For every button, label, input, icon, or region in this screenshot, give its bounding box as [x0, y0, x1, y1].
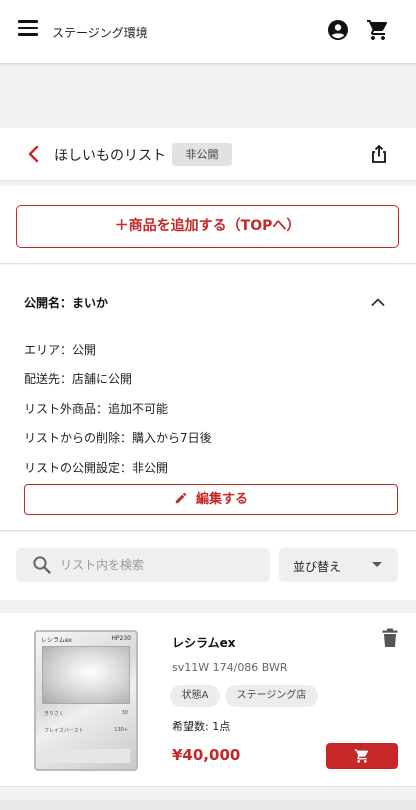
chevron-up-icon[interactable]: [369, 293, 387, 311]
search-box[interactable]: [16, 548, 270, 582]
item-price: ¥40,000: [172, 746, 241, 764]
app-header: ステージング環境: [0, 0, 416, 64]
item-name[interactable]: レシラムex: [172, 634, 236, 651]
visibility-badge: 非公開: [172, 143, 232, 166]
list-title-bar: ほしいものリスト 非公開: [0, 128, 416, 181]
add-product-section: ＋商品を追加する（TOPへ）: [0, 186, 416, 264]
trash-icon[interactable]: [381, 628, 399, 648]
info-row-deletion: リストからの削除：購入から7日後: [24, 431, 212, 445]
add-to-cart-button[interactable]: [326, 743, 398, 769]
condition-tag: 状態A: [170, 685, 220, 707]
want-count: 希望数: 1点: [172, 720, 231, 733]
card-image[interactable]: レシラムex HP230 きりさく 30 ブレイズバースト 130+: [34, 630, 138, 771]
info-row-visibility: リストの公開設定：非公開: [24, 461, 169, 475]
edit-button-label: 編集する: [195, 492, 248, 507]
back-chevron-icon[interactable]: [24, 144, 44, 164]
wishlist-item: レシラムex HP230 きりさく 30 ブレイズバースト 130+ レシラムe…: [0, 613, 416, 787]
search-icon: [33, 556, 51, 574]
search-sort-bar: 並び替え: [0, 532, 416, 600]
card-artwork: [42, 646, 130, 704]
card-move-1: きりさく: [44, 711, 65, 717]
info-row-outside-items: リスト外商品：追加不可能: [24, 402, 169, 416]
card-move-2: ブレイズバースト: [44, 728, 84, 734]
card-image-name: レシラムex: [41, 637, 72, 644]
info-row-delivery: 配送先：店舗に公開: [24, 372, 133, 386]
edit-button[interactable]: 編集する: [24, 484, 398, 515]
search-input[interactable]: [60, 548, 260, 582]
item-code: sv11W 174/086 BWR: [172, 661, 288, 674]
public-name: 公開名：まいか: [24, 296, 109, 310]
card-move-1-damage: 30: [121, 710, 128, 716]
card-image-hp: HP230: [111, 635, 131, 642]
cart-icon[interactable]: [366, 18, 390, 42]
environment-title: ステージング環境: [52, 26, 148, 40]
cart-icon: [354, 749, 369, 763]
list-info-section: 公開名：まいか エリア：公開 配送先：店舗に公開 リスト外商品：追加不可能 リス…: [0, 265, 416, 531]
account-icon[interactable]: [326, 18, 350, 42]
pencil-icon: [175, 492, 187, 504]
bottom-divider: [0, 800, 416, 810]
card-footer: [42, 749, 130, 763]
store-tag: ステージング店: [225, 685, 318, 707]
sort-select[interactable]: 並び替え: [279, 548, 398, 582]
card-move-2-damage: 130+: [114, 727, 128, 733]
list-title: ほしいものリスト: [54, 148, 166, 164]
menu-icon[interactable]: [18, 20, 38, 36]
info-row-area: エリア：公開: [24, 343, 97, 357]
sort-label: 並び替え: [293, 560, 342, 574]
share-icon[interactable]: [369, 144, 389, 164]
caret-down-icon: [372, 562, 382, 567]
add-product-button[interactable]: ＋商品を追加する（TOPへ）: [16, 205, 399, 248]
